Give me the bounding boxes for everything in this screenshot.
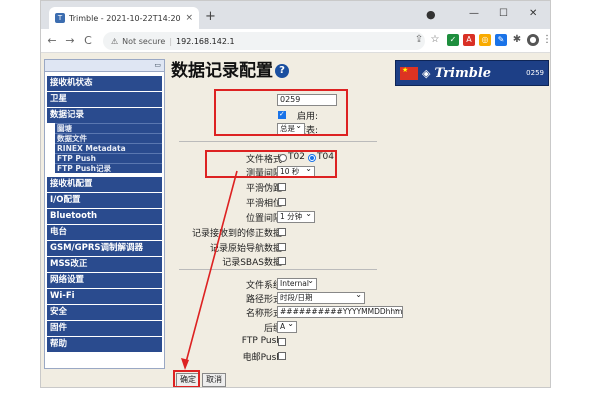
maximize-icon[interactable]: ☐ <box>499 8 508 19</box>
not-secure-label: Not secure <box>122 36 166 46</box>
nav-bar: ← → C ⚠ Not secure | 192.168.142.1 ⇪ ☆ ✓… <box>41 29 550 53</box>
page-content: ▭ 接收机状态 卫星 数据记录 圖塘 数据文件 RINEX Metadata F… <box>41 53 550 387</box>
extension-pdf-icon[interactable]: A <box>463 34 475 46</box>
tab-title: Trimble - 2021-10-22T14:20:02Z <box>69 13 181 23</box>
bookmark-star-icon[interactable]: ☆ <box>429 34 441 46</box>
back-icon[interactable]: ← <box>46 34 58 47</box>
close-window-icon[interactable]: ✕ <box>529 8 537 19</box>
tab-close-icon[interactable]: × <box>185 13 193 23</box>
trimble-favicon-icon: T <box>55 13 65 23</box>
tab-bar: T Trimble - 2021-10-22T14:20:02Z × + ● —… <box>41 1 550 29</box>
address-bar[interactable]: ⚠ Not secure | 192.168.142.1 <box>103 32 425 50</box>
extension-edit-icon[interactable]: ✎ <box>495 34 507 46</box>
forward-icon[interactable]: → <box>64 34 76 47</box>
profile-avatar-icon[interactable]: ● <box>527 34 539 46</box>
minimize-icon[interactable]: — <box>469 8 479 19</box>
extensions-puzzle-icon[interactable]: ✱ <box>511 34 523 46</box>
share-icon[interactable]: ⇪ <box>413 34 425 46</box>
warning-icon: ⚠ <box>111 36 119 46</box>
browser-window: T Trimble - 2021-10-22T14:20:02Z × + ● —… <box>40 0 551 388</box>
url-text: 192.168.142.1 <box>176 36 235 46</box>
extension-check-icon[interactable]: ✓ <box>447 34 459 46</box>
extension-sync-icon[interactable]: ◎ <box>479 34 491 46</box>
annotation-arrow <box>181 170 238 370</box>
browser-tab[interactable]: T Trimble - 2021-10-22T14:20:02Z × <box>49 7 199 29</box>
reload-icon[interactable]: C <box>82 34 94 47</box>
profile-circle-icon[interactable]: ● <box>426 8 436 21</box>
menu-kebab-icon[interactable]: ⋮ <box>541 34 550 46</box>
new-tab-icon[interactable]: + <box>205 10 216 23</box>
